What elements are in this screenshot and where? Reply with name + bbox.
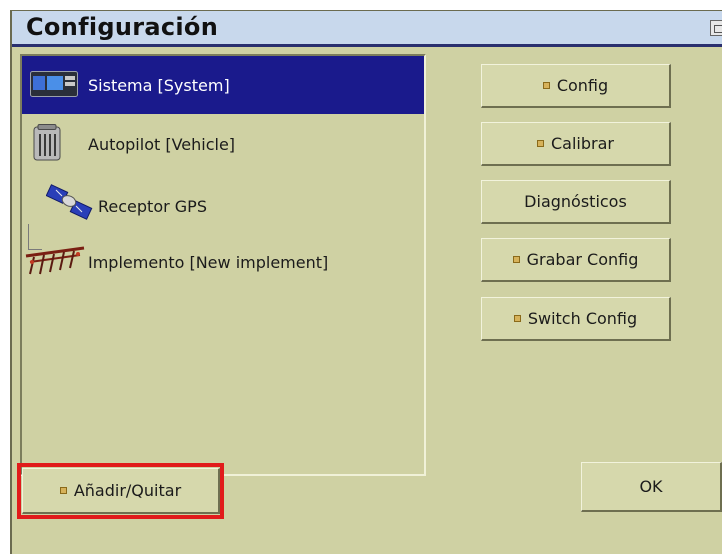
- calibrar-button[interactable]: Calibrar: [481, 122, 671, 166]
- window-title: Configuración: [26, 13, 219, 41]
- controller-icon: [33, 124, 61, 161]
- diagnosticos-button[interactable]: Diagnósticos: [481, 180, 671, 224]
- config-button[interactable]: Config: [481, 64, 671, 108]
- title-bar: Configuración: [12, 11, 722, 47]
- tree-item-label: Implemento [New implement]: [88, 253, 329, 272]
- tree-item-label: Sistema [System]: [88, 76, 230, 95]
- tree-item-implemento[interactable]: Implemento [New implement]: [22, 232, 424, 290]
- lock-icon: [537, 140, 544, 147]
- highlight-frame: [17, 463, 224, 519]
- grabar-config-button[interactable]: Grabar Config: [481, 238, 671, 282]
- lock-icon: [542, 82, 550, 89]
- tree-item-autopilot[interactable]: Autopilot [Vehicle]: [22, 114, 424, 172]
- lock-icon: [513, 315, 521, 322]
- diagnosticos-button-label: Diagnósticos: [524, 192, 627, 211]
- switch-config-button[interactable]: Switch Config: [481, 297, 671, 341]
- tree-item-label: Autopilot [Vehicle]: [88, 135, 236, 154]
- ok-button[interactable]: OK: [581, 462, 722, 512]
- component-tree: Sistema [System] Autopilot [Vehicle] Rec…: [20, 54, 426, 476]
- satellite-icon: [46, 184, 93, 220]
- implement-icon: [25, 246, 85, 275]
- tree-item-label: Receptor GPS: [98, 197, 207, 216]
- switch-config-button-label: Switch Config: [527, 309, 638, 328]
- lock-icon: [512, 256, 520, 263]
- config-button-label: Config: [556, 76, 609, 95]
- tree-item-receptor-gps[interactable]: Receptor GPS: [22, 174, 424, 232]
- grabar-config-button-label: Grabar Config: [526, 250, 639, 269]
- ok-button-label: OK: [639, 477, 663, 496]
- tree-item-sistema[interactable]: Sistema [System]: [22, 56, 424, 114]
- calibrar-button-label: Calibrar: [551, 134, 614, 153]
- restore-window-icon[interactable]: [710, 20, 722, 36]
- display-unit-icon: [30, 71, 78, 97]
